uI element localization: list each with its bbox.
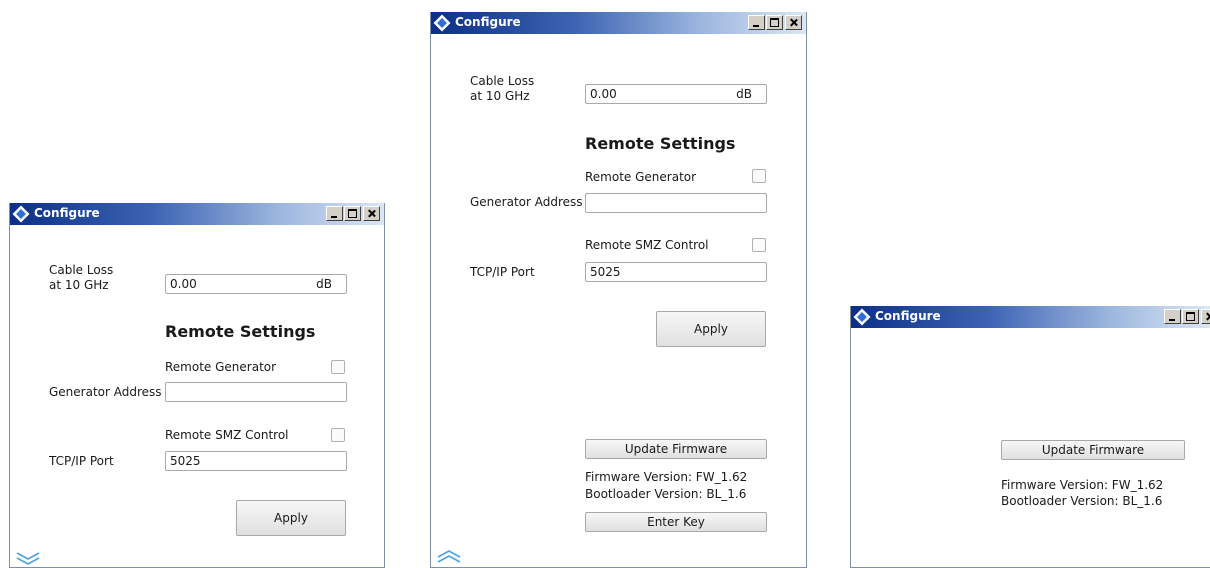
cable-loss-input[interactable]: 0.00 dB <box>585 84 767 104</box>
maximize-icon[interactable] <box>1182 309 1199 324</box>
remote-smz-control-checkbox[interactable] <box>752 238 766 252</box>
chevron-up-double-icon[interactable] <box>437 550 461 564</box>
bootloader-version-text: Bootloader Version: BL_1.6 <box>585 487 747 501</box>
close-icon[interactable] <box>363 206 380 221</box>
remote-smz-control-label: Remote SMZ Control <box>165 428 289 442</box>
cable-loss-label: Cable Loss at 10 GHz <box>49 263 114 292</box>
remote-settings-heading: Remote Settings <box>165 322 316 341</box>
minimize-icon[interactable] <box>1164 309 1181 324</box>
firmware-version-text: Firmware Version: FW_1.62 <box>1001 478 1164 492</box>
update-firmware-button[interactable]: Update Firmware <box>1001 440 1185 460</box>
remote-smz-control-checkbox[interactable] <box>331 428 345 442</box>
generator-address-input[interactable] <box>165 382 347 402</box>
cable-loss-unit: dB <box>736 87 752 101</box>
maximize-icon[interactable] <box>344 206 361 221</box>
maximize-icon[interactable] <box>766 15 783 30</box>
title-bar[interactable]: Configure <box>851 306 1210 328</box>
update-firmware-button[interactable]: Update Firmware <box>585 439 767 459</box>
rs-diamond-icon <box>853 308 871 326</box>
cable-loss-value: 0.00 <box>590 87 617 101</box>
window-title: Configure <box>455 15 521 29</box>
bootloader-version-text: Bootloader Version: BL_1.6 <box>1001 494 1163 508</box>
generator-address-label: Generator Address <box>470 195 583 209</box>
apply-button[interactable]: Apply <box>656 311 766 347</box>
remote-settings-heading: Remote Settings <box>585 134 736 153</box>
cable-loss-input[interactable]: 0.00 dB <box>165 274 347 294</box>
apply-button[interactable]: Apply <box>236 500 346 536</box>
tcp-ip-port-label: TCP/IP Port <box>470 265 535 279</box>
remote-generator-checkbox[interactable] <box>752 169 766 183</box>
rs-diamond-icon <box>12 205 30 223</box>
title-bar[interactable]: Configure <box>431 12 806 34</box>
configure-window-firmware: Configure Update Firmware Firmware Versi… <box>850 306 1210 568</box>
generator-address-label: Generator Address <box>49 385 162 399</box>
remote-smz-control-label: Remote SMZ Control <box>585 238 709 252</box>
close-icon[interactable] <box>785 15 802 30</box>
rs-diamond-icon <box>433 14 451 32</box>
generator-address-input[interactable] <box>585 193 767 213</box>
cable-loss-value: 0.00 <box>170 277 197 291</box>
remote-generator-label: Remote Generator <box>165 360 277 374</box>
tcp-ip-port-label: TCP/IP Port <box>49 454 114 468</box>
tcp-ip-port-input[interactable]: 5025 <box>585 262 767 282</box>
minimize-icon[interactable] <box>326 206 343 221</box>
close-icon[interactable] <box>1201 309 1210 324</box>
configure-window-expanded: Configure Cable Loss at 10 GHz 0.00 dB Re… <box>430 12 807 568</box>
firmware-version-text: Firmware Version: FW_1.62 <box>585 470 748 484</box>
configure-window-collapsed: Configure Cable Loss at 10 GHz 0.00 dB Re… <box>9 203 385 568</box>
tcp-ip-port-input[interactable]: 5025 <box>165 451 347 471</box>
cable-loss-label: Cable Loss at 10 GHz <box>470 74 535 103</box>
enter-key-button[interactable]: Enter Key <box>585 512 767 532</box>
window-title: Configure <box>34 206 100 220</box>
chevron-down-double-icon[interactable] <box>16 551 40 565</box>
remote-generator-checkbox[interactable] <box>331 360 345 374</box>
window-title: Configure <box>875 309 941 323</box>
remote-generator-label: Remote Generator <box>585 170 697 184</box>
cable-loss-unit: dB <box>316 277 332 291</box>
minimize-icon[interactable] <box>748 15 765 30</box>
title-bar[interactable]: Configure <box>10 203 384 225</box>
